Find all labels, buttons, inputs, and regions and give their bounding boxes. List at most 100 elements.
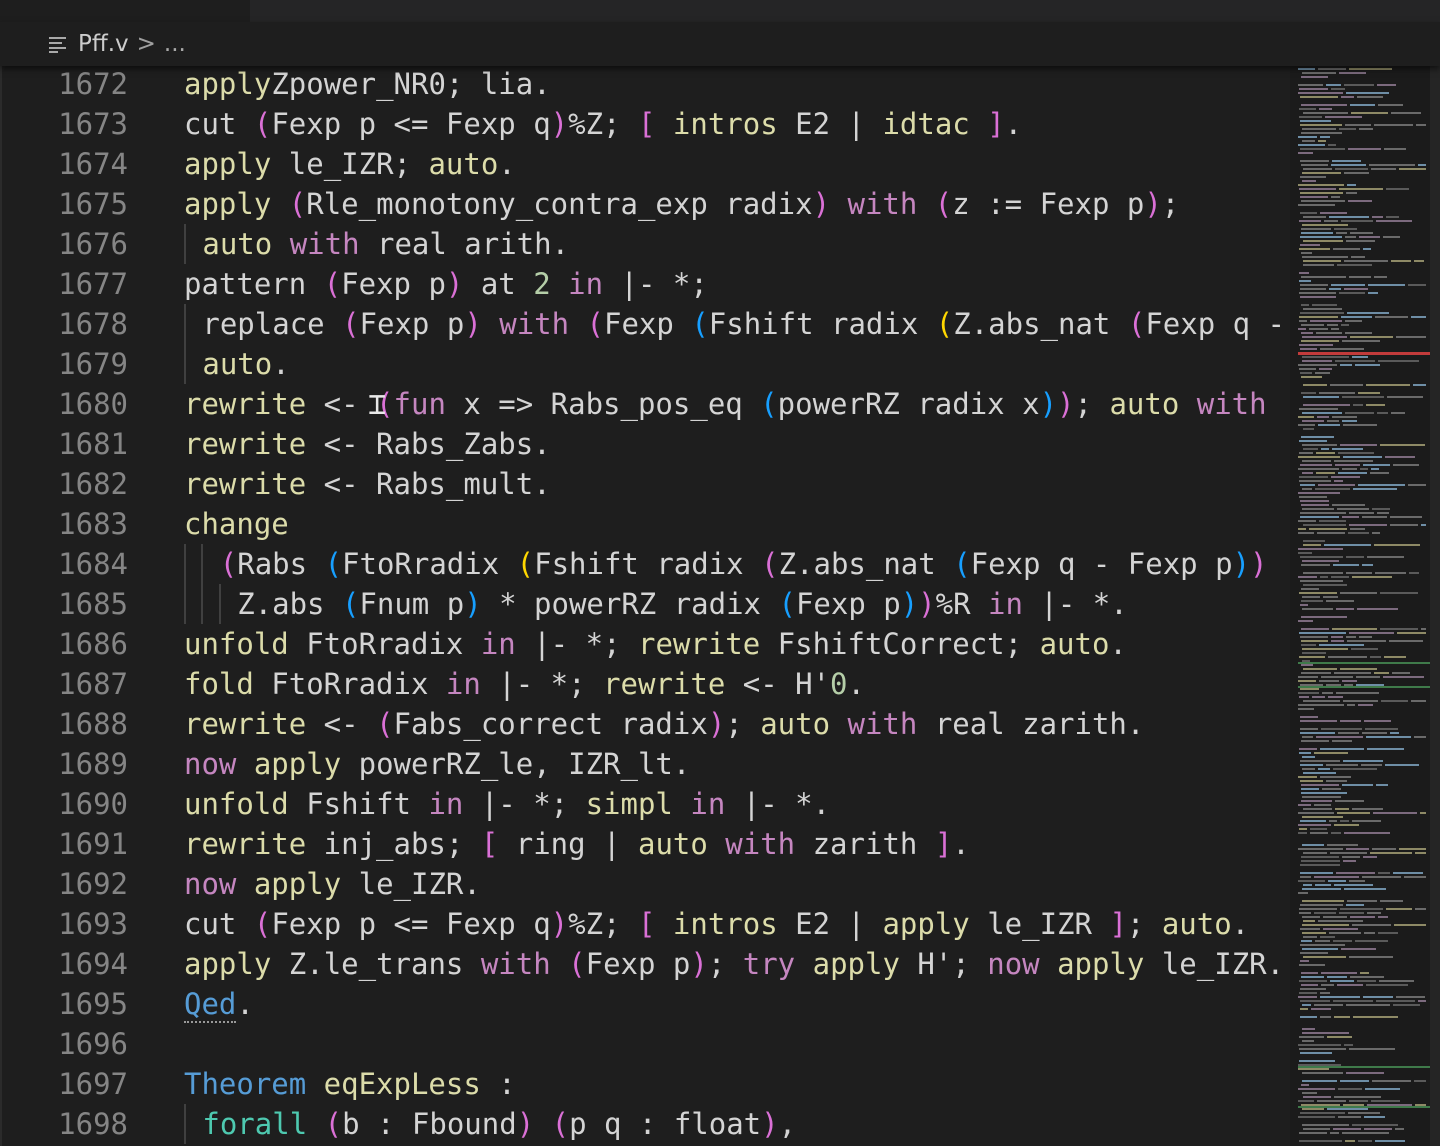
code-token: ( — [219, 547, 238, 581]
minimap-code-line — [1303, 240, 1343, 242]
code-token: 2 — [533, 267, 551, 301]
code-line[interactable]: 1686 unfold FtoRradix in |- *; rewrite Fs… — [0, 624, 1290, 664]
minimap-code-line — [1299, 188, 1336, 190]
minimap-code-line — [1327, 1108, 1368, 1110]
code-line[interactable]: 1674 apply le_IZR; auto. — [0, 144, 1290, 184]
minimap-code-line — [1393, 872, 1423, 874]
line-number: 1687 — [58, 667, 128, 701]
minimap-code-line — [1408, 484, 1426, 486]
code-token: inj_abs; — [306, 827, 481, 861]
code-token: * powerRZ radix — [481, 587, 779, 621]
code-line[interactable]: 1683 change — [0, 504, 1290, 544]
minimap-code-line — [1314, 912, 1336, 914]
code-editor[interactable]: 1672 applyZpower_NR0; lia. 1673 cut (Fexp p… — [0, 66, 1290, 1146]
code-token: apply — [184, 947, 272, 981]
code-token: ( — [1127, 307, 1146, 341]
minimap-code-line — [1363, 464, 1390, 466]
minimap-code-line — [1319, 520, 1346, 522]
code-line[interactable]: 1672 applyZpower_NR0; lia. — [0, 66, 1290, 104]
code-token: ; — [1161, 187, 1180, 221]
code-token: ( — [760, 387, 778, 421]
code-token: simpl — [585, 787, 673, 821]
code-line[interactable]: 1676 auto with real arith. — [0, 224, 1290, 264]
code-line[interactable]: 1685 Z.abs (Fnum p) * powerRZ radix (Fexp… — [0, 584, 1290, 624]
code-token: b : Fbound — [342, 1107, 517, 1141]
breadcrumb-separator: > — [136, 31, 156, 57]
code-token: x => Rabs_pos_eq — [445, 387, 761, 421]
breadcrumb-symbol[interactable]: ... — [164, 31, 186, 57]
code-token: . — [952, 827, 970, 861]
minimap-code-line — [1396, 996, 1425, 998]
code-line[interactable]: 1689 now apply powerRZ_le, IZR_lt. — [0, 744, 1290, 784]
code-token: auto — [202, 227, 273, 261]
minimap-code-line — [1362, 732, 1387, 734]
code-text: rewrite <- (fun x => Rabs_pos_eq (powerR… — [184, 384, 1267, 424]
minimap-code-line — [1302, 1080, 1337, 1082]
minimap-code-line — [1385, 764, 1419, 766]
code-line[interactable]: 1677 pattern (Fexp p) at 2 in |- *; — [0, 264, 1290, 304]
code-token: . — [272, 347, 290, 381]
code-line[interactable]: 1694 apply Z.le_trans with (Fexp p); try … — [0, 944, 1290, 984]
minimap-code-line — [1346, 1004, 1390, 1006]
code-line[interactable]: 1678 replace (Fexp p) with (Fexp (Fshift … — [0, 304, 1290, 344]
minimap-code-line — [1350, 528, 1365, 530]
minimap-code-line — [1301, 644, 1316, 646]
code-line[interactable]: 1680 rewrite <- (fun x => Rabs_pos_eq (po… — [0, 384, 1290, 424]
breadcrumb-file[interactable]: Pff.v — [78, 31, 129, 57]
minimap-code-line — [1352, 1124, 1398, 1126]
code-line[interactable]: 1682 rewrite <- Rabs_mult. — [0, 464, 1290, 504]
code-line[interactable]: 1687 fold FtoRradix in |- *; rewrite <- H… — [0, 664, 1290, 704]
minimap-code-line — [1303, 428, 1314, 430]
code-token: . — [847, 667, 865, 701]
code-line[interactable]: 1692 now apply le_IZR. — [0, 864, 1290, 904]
line-number: 1678 — [58, 307, 128, 341]
code-token: rewrite — [184, 387, 307, 421]
code-line[interactable]: 1690 unfold Fshift in |- *; simpl in |- *… — [0, 784, 1290, 824]
minimap-code-line — [1337, 264, 1372, 266]
minimap-code-line — [1332, 448, 1363, 450]
minimap-code-line — [1299, 748, 1317, 750]
minimap-code-line — [1333, 564, 1359, 566]
code-line[interactable]: 1696 — [0, 1024, 1290, 1064]
code-token: powerRZ radix x — [777, 387, 1040, 421]
minimap-code-line — [1336, 608, 1354, 610]
minimap-code-line — [1349, 524, 1387, 526]
minimap-code-line — [1316, 452, 1335, 454]
minimap-code-line — [1374, 276, 1387, 278]
minimap-code-line — [1345, 236, 1356, 238]
minimap-code-line — [1303, 448, 1318, 450]
minimap-code-line — [1333, 768, 1377, 770]
code-line[interactable]: 1675 apply (Rle_monotony_contra_exp radix… — [0, 184, 1290, 224]
minimap-code-line — [1318, 768, 1330, 770]
code-line[interactable]: 1681 rewrite <- Rabs_Zabs. — [0, 424, 1290, 464]
code-token: ) — [516, 1107, 535, 1141]
code-line[interactable]: 1697 Theorem eqExpLess : — [0, 1064, 1290, 1104]
code-token: ( — [761, 547, 779, 581]
code-line[interactable]: 1673 cut (Fexp p <= Fexp q)%Z; [ intros E… — [0, 104, 1290, 144]
code-line[interactable]: 1679 auto. — [0, 344, 1290, 384]
code-line[interactable]: 1698 forall (b : Fbound) (p q : float), — [0, 1104, 1290, 1144]
tab-slot[interactable] — [0, 0, 250, 22]
code-line[interactable]: 1688 rewrite <- (Fabs_correct radix); aut… — [0, 704, 1290, 744]
minimap-code-line — [1375, 316, 1408, 318]
code-token: FtoRradix — [342, 547, 517, 581]
code-line[interactable]: 1684 (Rabs (FtoRradix (Fshift radix (Z.ab… — [0, 544, 1290, 584]
minimap[interactable] — [1290, 66, 1440, 1146]
minimap-code-line — [1300, 176, 1326, 178]
code-token: now — [184, 867, 237, 901]
code-token: intros — [655, 107, 778, 141]
minimap-code-line — [1333, 248, 1360, 250]
code-line[interactable]: 1695 Qed. — [0, 984, 1290, 1024]
code-line[interactable]: 1691 rewrite inj_abs; [ ring | auto with … — [0, 824, 1290, 864]
minimap-code-line — [1344, 288, 1368, 290]
minimap-scrollbar[interactable] — [1430, 66, 1440, 1146]
list-lines-icon[interactable] — [48, 34, 68, 54]
code-line[interactable]: 1693 cut (Fexp p <= Fexp q)%Z; [ intros E… — [0, 904, 1290, 944]
minimap-code-line — [1385, 456, 1415, 458]
code-token: Fexp p — [359, 307, 465, 341]
code-token: auto — [637, 827, 708, 861]
code-token: ) — [445, 267, 464, 301]
code-token: p q : float — [569, 1107, 762, 1141]
minimap-code-line — [1299, 912, 1311, 914]
minimap-code-line — [1390, 516, 1422, 518]
